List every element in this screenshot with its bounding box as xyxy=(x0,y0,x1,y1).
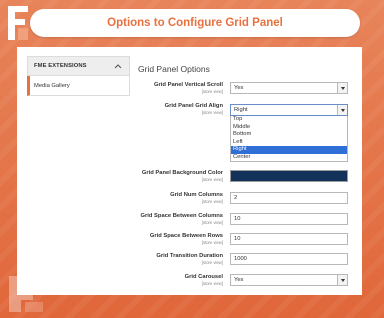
label-carousel: Grid Carousel [store view] xyxy=(184,274,223,286)
sidebar: FME EXTENSIONS Media Gallery xyxy=(27,56,130,96)
grid-align-options: Top Middle Bottom Left Right Center xyxy=(230,116,348,162)
vertical-scroll-select[interactable]: Yes xyxy=(230,82,348,94)
space-rows-input[interactable]: 10 xyxy=(230,233,348,245)
page-title: Options to Configure Grid Panel xyxy=(107,17,283,29)
transition-duration-input[interactable]: 1000 xyxy=(230,253,348,265)
label-grid-align: Grid Panel Grid Align [store view] xyxy=(164,103,223,115)
brand-watermark xyxy=(7,272,47,314)
chevron-up-icon xyxy=(114,64,122,69)
carousel-select[interactable]: Yes xyxy=(230,274,348,286)
config-panel: FME EXTENSIONS Media Gallery Grid Panel … xyxy=(17,47,362,295)
grid-align-select[interactable]: Right xyxy=(230,104,348,116)
label-transition-duration: Grid Transition Duration [store view] xyxy=(156,253,223,265)
background-color-picker[interactable] xyxy=(230,170,348,182)
label-vertical-scroll: Grid Panel Vertical Scroll [store view] xyxy=(154,82,223,94)
label-space-columns: Grid Space Between Columns [store view] xyxy=(140,213,223,225)
sidebar-section-label: FME EXTENSIONS xyxy=(34,63,87,69)
space-columns-input[interactable]: 10 xyxy=(230,213,348,225)
dropdown-arrow-icon xyxy=(337,83,347,93)
sidebar-section-fme-extensions[interactable]: FME EXTENSIONS xyxy=(27,56,130,76)
label-space-rows: Grid Space Between Rows [store view] xyxy=(149,233,223,245)
section-title: Grid Panel Options xyxy=(138,64,210,74)
option-bottom[interactable]: Bottom xyxy=(231,131,347,139)
label-background-color: Grid Panel Background Color [store view] xyxy=(141,170,223,182)
sidebar-item-label: Media Gallery xyxy=(34,82,70,89)
page-header: Options to Configure Grid Panel xyxy=(30,9,360,37)
option-left[interactable]: Left xyxy=(231,139,347,147)
label-num-columns: Grid Num Columns [store view] xyxy=(170,192,223,204)
dropdown-arrow-icon xyxy=(337,105,347,115)
option-middle[interactable]: Middle xyxy=(231,124,347,132)
brand-logo xyxy=(6,4,30,42)
sidebar-item-media-gallery[interactable]: Media Gallery xyxy=(27,76,130,96)
option-right[interactable]: Right xyxy=(231,146,347,154)
option-center[interactable]: Center xyxy=(231,154,347,162)
num-columns-input[interactable]: 2 xyxy=(230,192,348,204)
dropdown-arrow-icon xyxy=(337,275,347,285)
option-top[interactable]: Top xyxy=(231,116,347,124)
